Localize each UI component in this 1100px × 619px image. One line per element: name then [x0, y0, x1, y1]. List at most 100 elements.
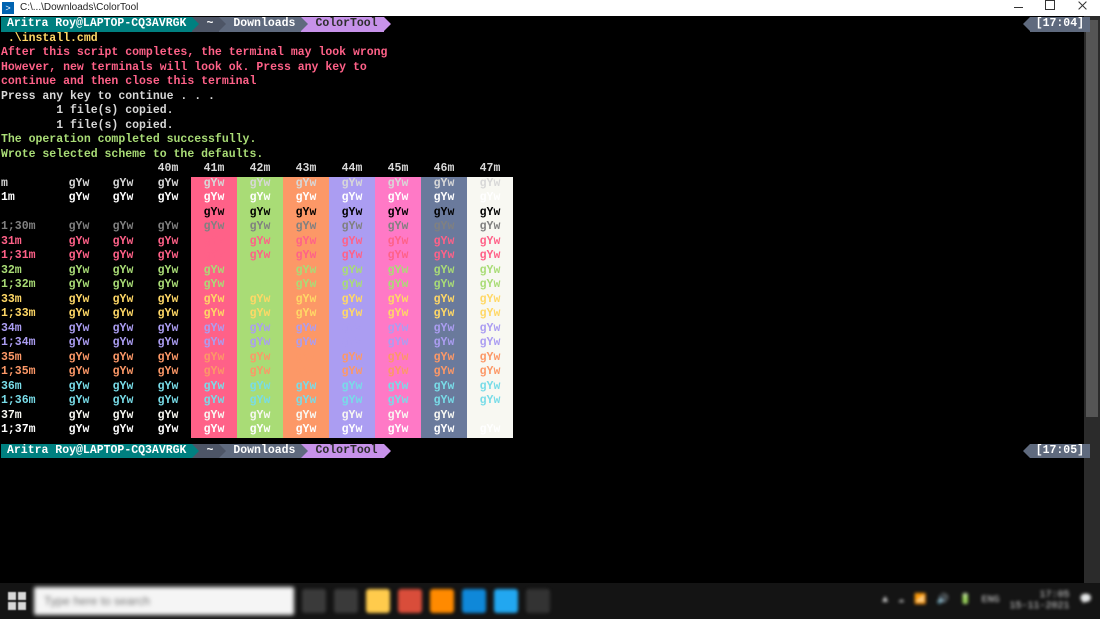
color-cell: gYw: [283, 336, 329, 351]
color-cell: gYw: [101, 264, 145, 279]
tray-wifi-icon[interactable]: 📶: [914, 594, 926, 609]
color-cell: gYw: [283, 206, 329, 221]
color-cell: gYw: [191, 220, 237, 235]
color-header-nobg1: [57, 162, 101, 177]
color-cell: gYw: [237, 307, 283, 322]
tray-cloud-icon[interactable]: ☁: [898, 594, 904, 609]
color-header-46m: 46m: [421, 162, 467, 177]
vertical-scrollbar[interactable]: [1084, 16, 1100, 583]
color-cell: gYw: [375, 264, 421, 279]
color-cell: gYw: [101, 351, 145, 366]
color-cell: gYw: [467, 307, 513, 322]
color-cell: gYw: [101, 206, 145, 221]
chrome-icon[interactable]: [398, 589, 422, 613]
color-cell: gYw: [375, 177, 421, 192]
color-cell: gYw: [467, 249, 513, 264]
tray-clock-time: 17:05: [1040, 590, 1070, 601]
color-cell: gYw: [421, 191, 467, 206]
color-cell: gYw: [101, 409, 145, 424]
color-cell: gYw: [101, 191, 145, 206]
prompt-time-2: [17:05]: [1030, 444, 1090, 459]
terminal-icon[interactable]: [526, 589, 550, 613]
color-cell: gYw: [421, 293, 467, 308]
color-cell: gYw: [467, 322, 513, 337]
color-cell: gYw: [375, 307, 421, 322]
color-cell: gYw: [101, 336, 145, 351]
scrollbar-thumb[interactable]: [1086, 20, 1098, 417]
color-cell: gYw: [57, 351, 101, 366]
color-cell: gYw: [57, 235, 101, 250]
color-cell: gYw: [237, 380, 283, 395]
color-cell: gYw: [467, 264, 513, 279]
taskbar-search-input[interactable]: [34, 587, 294, 615]
color-cell: gYw: [191, 307, 237, 322]
color-cell: gYw: [145, 235, 191, 250]
color-cell: gYw: [57, 249, 101, 264]
taskview-icon[interactable]: [334, 589, 358, 613]
prompt-time-1: [17:04]: [1030, 17, 1090, 32]
color-cell: gYw: [191, 177, 237, 192]
color-cell: gYw: [237, 322, 283, 337]
tray-overflow-icon[interactable]: ▲: [882, 594, 888, 609]
color-cell: gYw: [375, 365, 421, 380]
color-cell: gYw: [237, 177, 283, 192]
prompt-line-2: Aritra Roy@LAPTOP-CQ3AVRGK ~ Downloads C…: [1, 444, 1100, 459]
color-cell: gYw: [329, 177, 375, 192]
color-cell: gYw: [237, 235, 283, 250]
color-cell: gYw: [283, 293, 329, 308]
system-tray[interactable]: ▲ ☁ 📶 🔊 🔋 ENG 17:05 15-11-2021 💬: [882, 590, 1092, 612]
color-cell: gYw: [101, 322, 145, 337]
color-cell: gYw: [283, 220, 329, 235]
prompt-dir-colortool-2: ColorTool: [301, 444, 383, 459]
color-header-40m: 40m: [145, 162, 191, 177]
color-cell: gYw: [467, 293, 513, 308]
color-row-label-36m: 36m: [1, 380, 57, 395]
color-cell: gYw: [237, 264, 283, 279]
color-cell: gYw: [237, 409, 283, 424]
vscode-icon[interactable]: [494, 589, 518, 613]
out-line-8: Wrote selected scheme to the defaults.: [1, 148, 1100, 163]
tray-clock[interactable]: 17:05 15-11-2021: [1010, 590, 1070, 612]
color-cell: gYw: [57, 380, 101, 395]
color-cell: gYw: [375, 322, 421, 337]
color-cell: gYw: [329, 380, 375, 395]
explorer-icon[interactable]: [366, 589, 390, 613]
edge-icon[interactable]: [462, 589, 486, 613]
color-cell: gYw: [191, 336, 237, 351]
taskbar[interactable]: ▲ ☁ 📶 🔊 🔋 ENG 17:05 15-11-2021 💬: [0, 583, 1100, 619]
close-button[interactable]: [1066, 1, 1098, 16]
maximize-button[interactable]: [1034, 0, 1066, 16]
tray-notifications-icon[interactable]: 💬: [1080, 594, 1092, 609]
color-cell: gYw: [329, 206, 375, 221]
start-button[interactable]: [8, 592, 26, 610]
tray-battery-icon[interactable]: 🔋: [959, 594, 971, 609]
color-cell: gYw: [145, 264, 191, 279]
color-cell: gYw: [145, 191, 191, 206]
color-cell: gYw: [145, 380, 191, 395]
color-cell: gYw: [191, 409, 237, 424]
firefox-icon[interactable]: [430, 589, 454, 613]
color-row-label-1;35m: 1;35m: [1, 365, 57, 380]
cortana-icon[interactable]: [302, 589, 326, 613]
color-cell: gYw: [57, 394, 101, 409]
color-cell: gYw: [237, 278, 283, 293]
minimize-button[interactable]: [1002, 1, 1034, 16]
out-line-2: However, new terminals will look ok. Pre…: [1, 61, 1100, 76]
color-row-label-37m: 37m: [1, 409, 57, 424]
color-cell: gYw: [57, 293, 101, 308]
color-cell: gYw: [283, 278, 329, 293]
terminal-viewport[interactable]: Aritra Roy@LAPTOP-CQ3AVRGK ~ Downloads C…: [0, 16, 1100, 583]
color-cell: gYw: [191, 235, 237, 250]
color-cell: gYw: [191, 394, 237, 409]
color-cell: gYw: [57, 365, 101, 380]
color-cell: gYw: [145, 293, 191, 308]
color-cell: gYw: [283, 351, 329, 366]
color-cell: gYw: [421, 249, 467, 264]
color-cell: gYw: [421, 177, 467, 192]
prompt-dir-downloads: Downloads: [219, 17, 301, 32]
tray-volume-icon[interactable]: 🔊: [937, 594, 949, 609]
color-row-label-m: m: [1, 177, 57, 192]
color-cell: gYw: [375, 293, 421, 308]
color-cell: gYw: [467, 351, 513, 366]
tray-lang-icon[interactable]: ENG: [982, 594, 1000, 609]
